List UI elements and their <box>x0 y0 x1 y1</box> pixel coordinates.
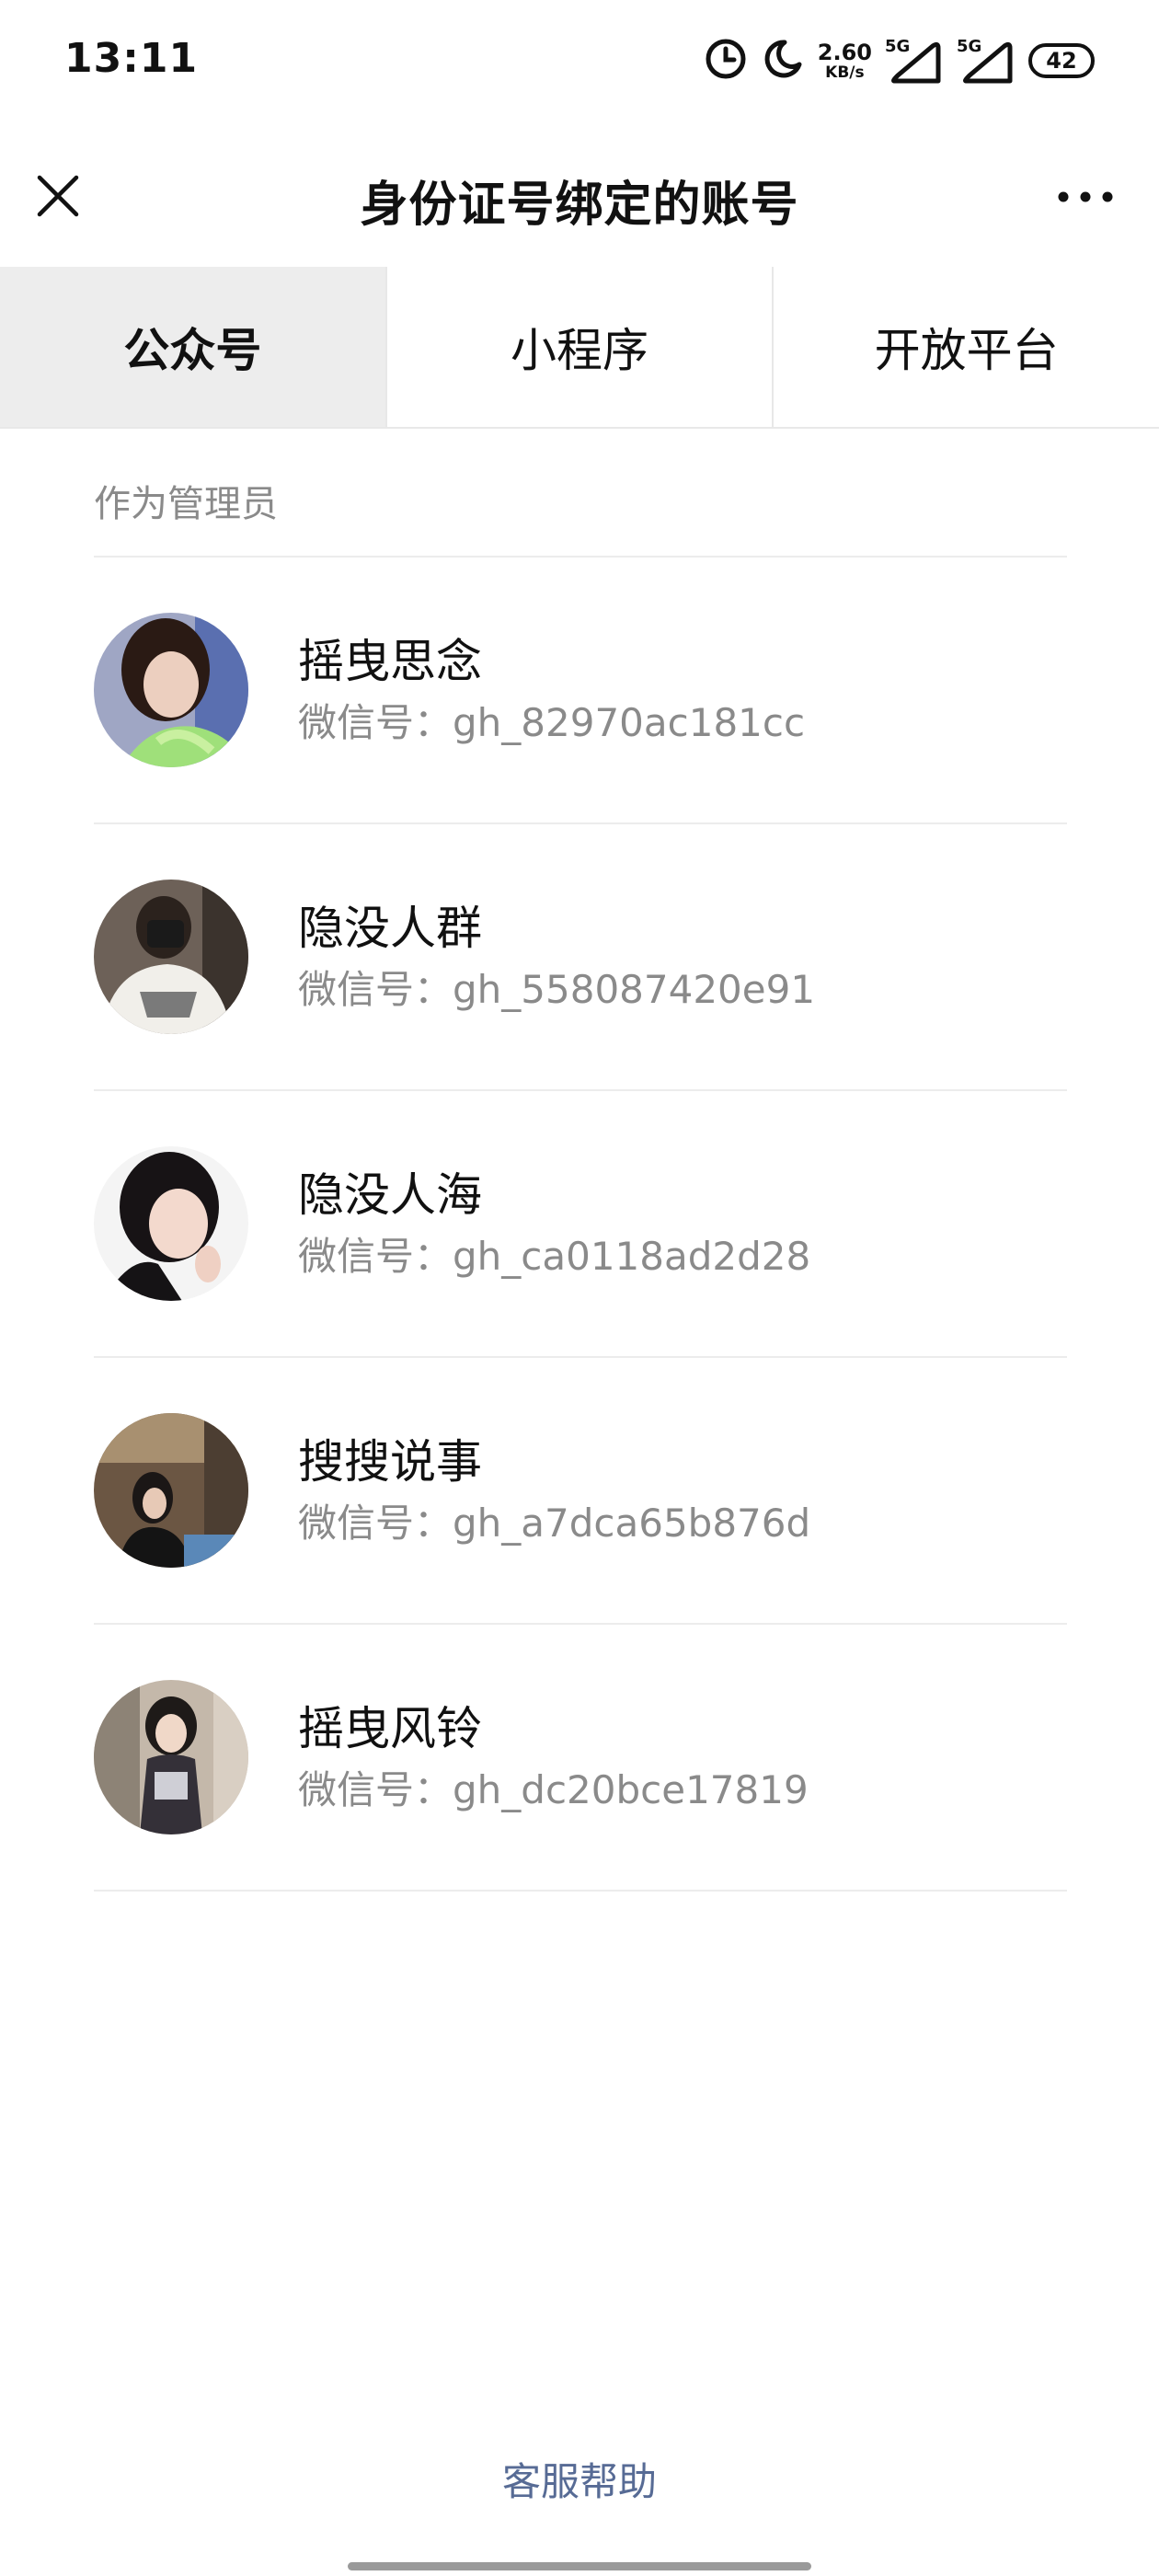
account-list: 摇曳思念 微信号：gh_82970ac181cc 隐没人群 微信号：gh_558… <box>94 556 1067 1892</box>
header: 身份证号绑定的账号 <box>0 129 1159 267</box>
account-item[interactable]: 摇曳思念 微信号：gh_82970ac181cc <box>94 558 1067 824</box>
avatar <box>94 1680 248 1834</box>
status-bar: 13:11 2.60 KB/s 5G 5G 42 <box>0 0 1159 129</box>
more-button[interactable] <box>1049 169 1122 224</box>
status-time: 13:11 <box>64 35 199 82</box>
battery-icon: 42 <box>1028 43 1095 78</box>
account-name: 隐没人海 <box>298 1167 482 1222</box>
page-title: 身份证号绑定的账号 <box>360 178 799 233</box>
signal-icon: 5G <box>885 37 944 85</box>
tab-official-accounts[interactable]: 公众号 <box>0 267 385 427</box>
battery-level: 42 <box>1046 48 1077 74</box>
signal-icon: 5G <box>957 37 1016 85</box>
account-item[interactable]: 摇曳风铃 微信号：gh_dc20bce17819 <box>94 1625 1067 1892</box>
account-name: 搜搜说事 <box>298 1434 482 1489</box>
account-wechat-id: 微信号：gh_ca0118ad2d28 <box>298 1233 811 1279</box>
account-wechat-id: 微信号：gh_dc20bce17819 <box>298 1766 809 1812</box>
network-speed-value: 2.60 <box>817 39 872 65</box>
account-name: 摇曳思念 <box>298 634 482 688</box>
account-info: 搜搜说事 微信号：gh_a7dca65b876d <box>298 1434 810 1547</box>
account-wechat-id: 微信号：gh_a7dca65b876d <box>298 1500 811 1546</box>
account-item[interactable]: 隐没人海 微信号：gh_ca0118ad2d28 <box>94 1091 1067 1358</box>
account-info: 隐没人群 微信号：gh_558087420e91 <box>298 901 815 1013</box>
more-icon <box>1058 191 1113 202</box>
account-name: 摇曳风铃 <box>298 1701 482 1755</box>
account-name: 隐没人群 <box>298 901 482 955</box>
avatar <box>94 1413 248 1568</box>
tab-bar: 公众号 小程序 开放平台 <box>0 267 1159 429</box>
account-info: 隐没人海 微信号：gh_ca0118ad2d28 <box>298 1167 810 1280</box>
tab-mini-programs[interactable]: 小程序 <box>384 267 773 427</box>
account-wechat-id: 微信号：gh_82970ac181cc <box>298 699 806 745</box>
network-speed-unit: KB/s <box>825 63 865 82</box>
account-wechat-id: 微信号：gh_558087420e91 <box>298 966 816 1012</box>
network-speed: 2.60 KB/s <box>818 41 872 81</box>
account-info: 摇曳风铃 微信号：gh_dc20bce17819 <box>298 1701 809 1813</box>
home-indicator[interactable] <box>348 2562 811 2570</box>
account-info: 摇曳思念 微信号：gh_82970ac181cc <box>298 634 805 746</box>
avatar <box>94 1146 248 1301</box>
alarm-icon <box>704 37 748 85</box>
status-icons: 2.60 KB/s 5G 5G 42 <box>704 33 1095 88</box>
section-label: 作为管理员 <box>94 483 278 525</box>
account-item[interactable]: 搜搜说事 微信号：gh_a7dca65b876d <box>94 1358 1067 1625</box>
moon-icon <box>761 37 805 85</box>
account-item[interactable]: 隐没人群 微信号：gh_558087420e91 <box>94 824 1067 1091</box>
avatar <box>94 613 248 767</box>
avatar <box>94 880 248 1034</box>
tab-open-platform[interactable]: 开放平台 <box>772 267 1159 427</box>
customer-service-help-link[interactable]: 客服帮助 <box>0 2451 1159 2507</box>
